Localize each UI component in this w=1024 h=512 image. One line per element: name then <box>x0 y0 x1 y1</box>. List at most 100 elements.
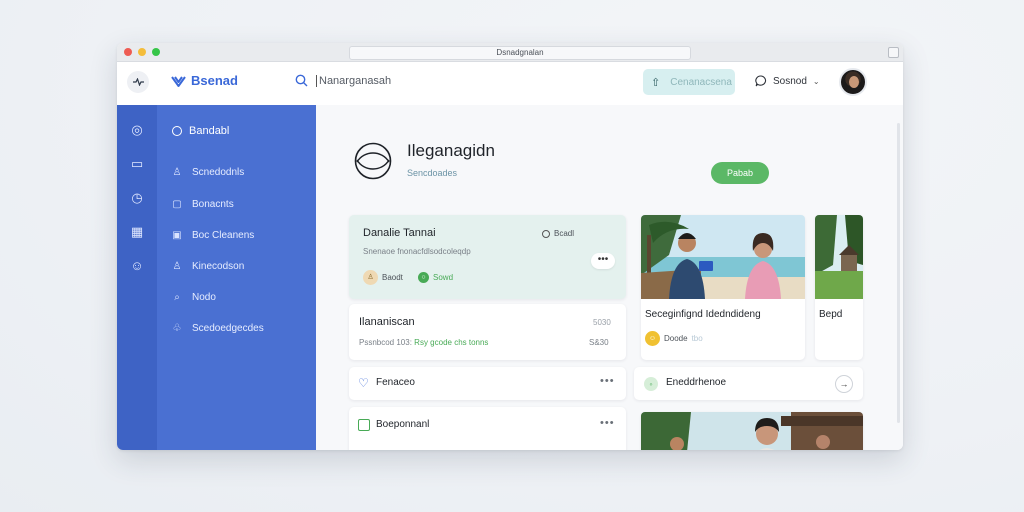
list-item[interactable]: ◦ Eneddrhenoe → <box>634 367 863 400</box>
main-content: Ileganagidn Sencdoades Pabab Danalie Tan… <box>316 105 903 450</box>
photo-card[interactable]: Seceginfignd Idedndideng ☺ Doode tbo <box>641 215 805 360</box>
page-logo-icon <box>354 142 392 180</box>
search-icon <box>295 74 308 87</box>
brand-logo-icon <box>171 75 186 87</box>
list-item-title: Eneddrhenoe <box>666 377 727 388</box>
list-card-meta-right: S&30 <box>589 338 609 347</box>
photo-card-meta: ☺ Doode tbo <box>645 331 703 346</box>
plus-icon: ◦ <box>644 377 658 391</box>
sidebar-item-1[interactable]: ♙ Scnedodnls <box>172 167 245 178</box>
photo-card-meta-label: Doode <box>664 334 688 343</box>
featured-card[interactable]: Danalie Tannai Bcadl Snenaoe fnonacfdlso… <box>349 215 626 299</box>
brand[interactable]: Bsenad <box>171 73 238 88</box>
featured-card-status-label: Sowd <box>433 273 454 282</box>
smile-icon[interactable]: ☺ <box>129 258 145 274</box>
sidebar-item-label: Boc Cleanens <box>192 230 255 241</box>
avatar[interactable] <box>839 68 867 96</box>
featured-card-person-label: Baodt <box>382 273 403 282</box>
sidebar-heading-label: Bandabl <box>189 125 230 137</box>
photo-garden <box>815 215 863 299</box>
list-item[interactable]: ♡ Fenaceo ••• <box>349 367 626 400</box>
page-title: Ileganagidn <box>407 141 495 160</box>
heart-icon: ♡ <box>358 376 369 390</box>
sidebar-item-3[interactable]: ▣ Boc Cleanens <box>172 230 254 241</box>
search-input[interactable]: Nanarganasah <box>319 75 391 87</box>
search-icon: ⌕ <box>174 292 180 303</box>
photo-card-meta-extra: tbo <box>691 334 703 343</box>
sidebar-heading[interactable]: Bandabl <box>172 125 229 137</box>
featured-card-tag-label: Bcadl <box>554 229 575 238</box>
close-window-button[interactable] <box>124 48 132 56</box>
user-icon: ♙ <box>172 167 182 178</box>
action-button-label: Cenanacsena <box>670 76 732 88</box>
featured-card-status: ○ Sowd <box>418 272 453 283</box>
icon-rail: ◎ ▭ ◷ ▦ ☺ <box>117 105 157 450</box>
title-bar: Dsnadgnalan <box>117 43 903 62</box>
sidebar-item-2[interactable]: ▢ Bonacnts <box>172 199 234 210</box>
maximize-window-button[interactable] <box>152 48 160 56</box>
app-window: Dsnadgnalan Bsenad Nanarganasah ⇧ Cenana… <box>117 43 903 450</box>
chat-icon <box>755 75 767 87</box>
clock-icon[interactable]: ◷ <box>129 190 145 206</box>
list-item-title: Boeponnanl <box>376 419 430 430</box>
list-card[interactable]: Ilananiscan 5030 Pssnbcod 103: Rsy gcode… <box>349 304 626 360</box>
sidebar-item-label: Kinecodson <box>192 261 245 272</box>
square-icon: ▢ <box>172 199 182 210</box>
photo-card-caption: Seceginfignd Idedndideng <box>645 309 761 320</box>
checkbox-icon[interactable] <box>358 419 370 431</box>
window-menu-icon[interactable] <box>888 47 899 58</box>
check-icon: ○ <box>418 272 429 283</box>
scrollbar[interactable] <box>897 123 900 423</box>
sidebar-item-label: Scedoedgecdes <box>192 323 264 334</box>
arrow-right-icon[interactable]: → <box>835 375 853 393</box>
sidebar-item-label: Nodo <box>192 292 216 303</box>
brand-name: Bsenad <box>191 73 238 88</box>
user-menu-label: Sosnod <box>773 75 807 87</box>
photo-card-2-caption: Bepd <box>819 309 843 320</box>
page-subtitle: Sencdoades <box>407 168 458 178</box>
more-options-icon[interactable]: ••• <box>600 375 615 387</box>
list-card-meta-text: Pssnbcod 103: <box>359 338 412 347</box>
photo-card-3[interactable] <box>641 412 863 450</box>
featured-card-person: ♙ Baodt <box>363 270 403 285</box>
featured-card-desc: Snenaoe fnonacfdlsodcoleqdp <box>363 247 471 256</box>
person-icon: ♙ <box>363 270 378 285</box>
calendar-icon[interactable]: ▦ <box>129 224 145 240</box>
upload-icon: ⇧ <box>651 76 661 89</box>
more-options-button[interactable]: ••• <box>591 253 615 269</box>
address-bar[interactable]: Dsnadgnalan <box>349 46 691 60</box>
list-card-meta: Pssnbcod 103: Rsy gcode chs tonns <box>359 338 488 347</box>
people-icon: ♧ <box>172 323 182 334</box>
photo-beach-meeting <box>641 215 805 299</box>
app-header: Bsenad Nanarganasah ⇧ Cenanacsena Sosnod… <box>117 62 903 106</box>
list-item-title: Fenaceo <box>376 377 415 388</box>
inbox-icon[interactable]: ▭ <box>129 156 145 172</box>
circle-icon <box>542 229 550 238</box>
user-menu[interactable]: Sosnod ⌄ <box>755 75 820 87</box>
search-bar[interactable]: Nanarganasah <box>295 74 391 87</box>
sidebar-item-4[interactable]: ♙ Kinecodson <box>172 261 245 272</box>
compass-icon[interactable]: ◎ <box>129 122 145 138</box>
featured-card-tag: Bcadl <box>542 229 574 238</box>
sidebar-item-label: Scnedodnls <box>192 167 245 178</box>
sidebar-item-5[interactable]: ⌕ Nodo <box>172 292 216 303</box>
sidebar-item-6[interactable]: ♧ Scedoedgecdes <box>172 323 264 334</box>
smile-icon: ☺ <box>645 331 660 346</box>
minimize-window-button[interactable] <box>138 48 146 56</box>
photo-card-2[interactable]: Bepd <box>815 215 863 360</box>
primary-button[interactable]: Pabab <box>711 162 769 184</box>
list-card-title: Ilananiscan <box>359 316 415 328</box>
sidebar: Bandabl ♙ Scnedodnls ▢ Bonacnts ▣ Boc Clean… <box>157 105 316 450</box>
list-card-time: 5030 <box>593 318 611 327</box>
circle-icon <box>172 126 182 136</box>
text-cursor <box>316 74 317 87</box>
photo-resort-people <box>641 412 863 450</box>
list-item[interactable]: Boeponnanl ••• <box>349 407 626 450</box>
more-options-icon[interactable]: ••• <box>600 417 615 429</box>
grid-icon: ▣ <box>172 230 182 241</box>
sidebar-item-label: Bonacnts <box>192 199 234 210</box>
pulse-icon[interactable] <box>127 71 149 93</box>
user-icon: ♙ <box>172 261 182 272</box>
action-button[interactable]: ⇧ Cenanacsena <box>643 69 735 95</box>
list-card-meta-status: Rsy gcode chs tonns <box>414 338 489 347</box>
